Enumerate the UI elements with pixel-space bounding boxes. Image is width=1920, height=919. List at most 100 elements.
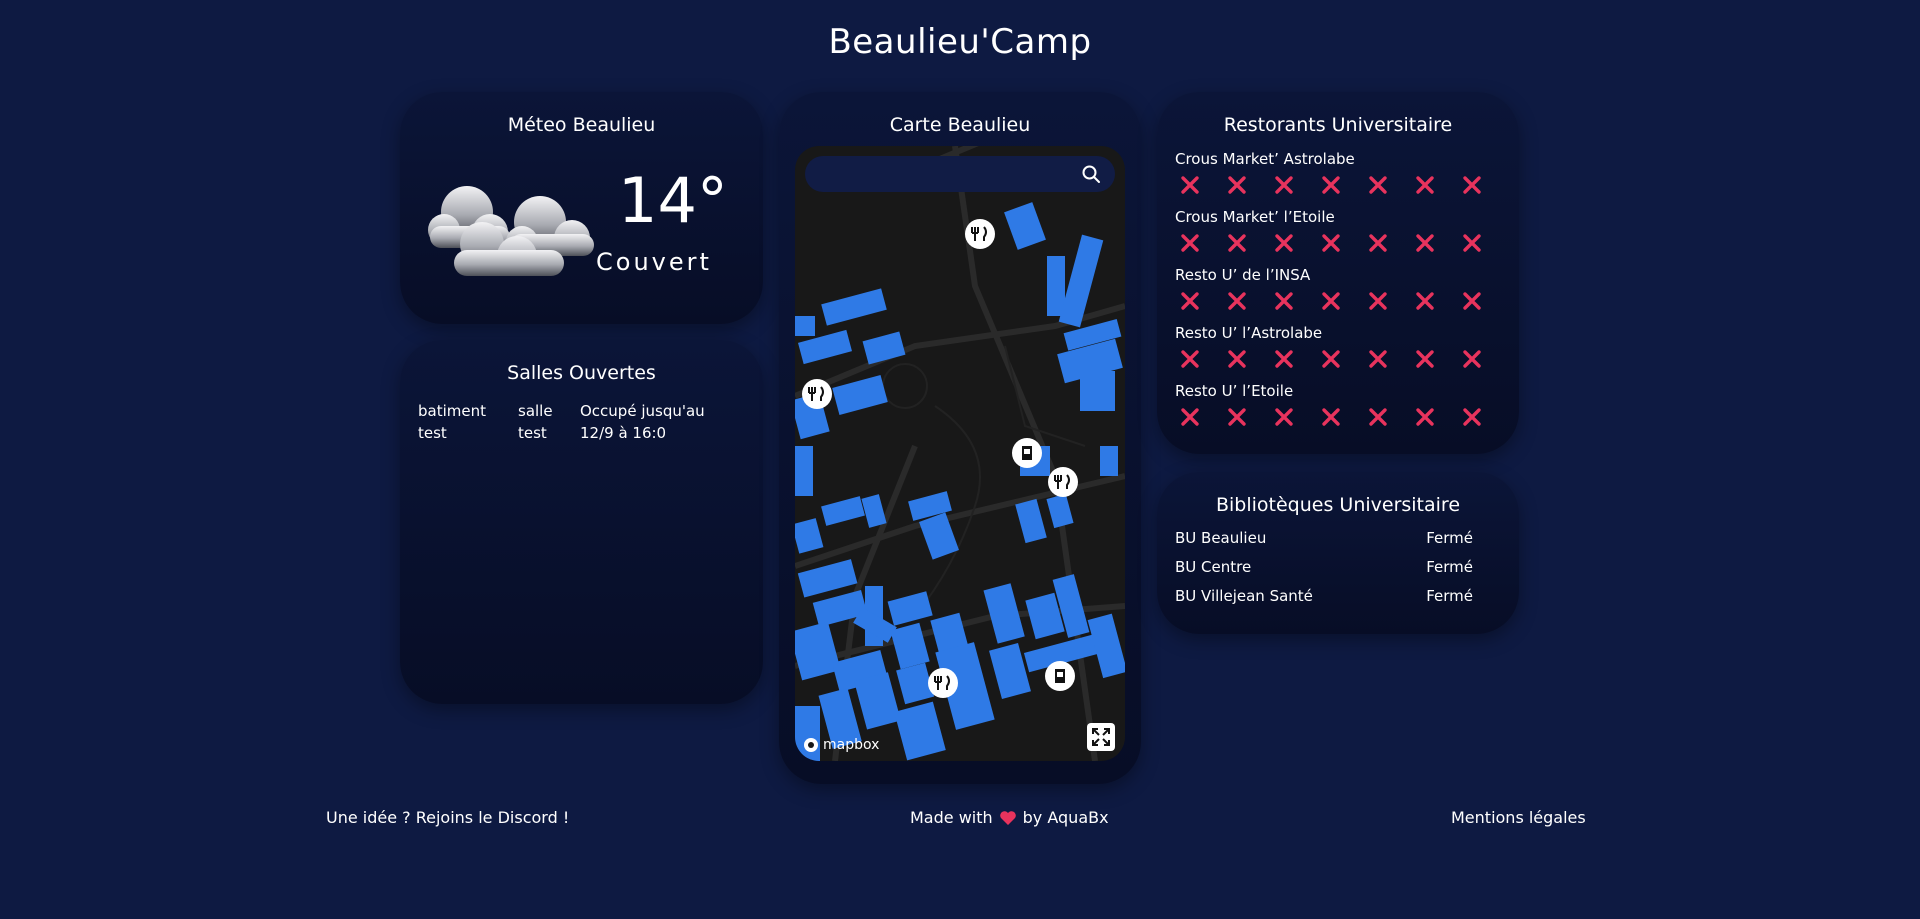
campus-map[interactable]: mapbox [795, 146, 1125, 761]
heart-icon [999, 810, 1016, 825]
map-title: Carte Beaulieu [889, 114, 1031, 136]
x-icon [1463, 292, 1481, 310]
legal-link[interactable]: Mentions légales [1451, 808, 1586, 827]
site-title: Beaulieu'Camp [828, 22, 1092, 62]
x-icon [1275, 176, 1293, 194]
header-room: salle [518, 402, 553, 420]
x-icon [1228, 408, 1246, 426]
libraries-title: Bibliotèques Universitaire [1215, 494, 1461, 516]
x-icon [1416, 234, 1434, 252]
x-icon [1322, 292, 1340, 310]
x-icon [1369, 408, 1387, 426]
restaurant-name: Resto U’ l’Astrolabe [1175, 324, 1323, 342]
map-search-bar[interactable] [805, 156, 1115, 192]
restaurants-card: Restorants Universitaire Crous Market’ A… [1157, 92, 1519, 454]
x-icon [1416, 350, 1434, 368]
library-name: BU Centre [1175, 558, 1252, 576]
x-icon [1463, 176, 1481, 194]
fullscreen-icon [1092, 728, 1110, 746]
x-icon [1275, 408, 1293, 426]
header-occupied-until: Occupé jusqu'au [580, 402, 705, 420]
list-item: Crous Market’ l’Etoile [1175, 208, 1505, 266]
list-item: Resto U’ l’Astrolabe [1175, 324, 1505, 382]
x-icon [1275, 234, 1293, 252]
open-rooms-card: Salles Ouvertes batiment salle Occupé ju… [400, 340, 763, 704]
author-label: by AquaBx [1022, 808, 1109, 827]
library-status: Fermé [1426, 529, 1473, 547]
temperature: 14° [618, 164, 728, 237]
list-item: BU Centre Fermé [1175, 558, 1505, 587]
library-marker-icon [1045, 661, 1075, 691]
libraries-list: BU Beaulieu Fermé BU Centre Fermé BU Vil… [1175, 529, 1505, 616]
table-row: test test 12/9 à 16:0 [418, 422, 705, 444]
mapbox-logo-icon [804, 738, 818, 752]
library-name: BU Beaulieu [1175, 529, 1267, 547]
list-item: BU Beaulieu Fermé [1175, 529, 1505, 558]
mapbox-label: mapbox [823, 737, 880, 753]
x-icon [1322, 234, 1340, 252]
table-header-row: batiment salle Occupé jusqu'au [418, 400, 705, 422]
restaurant-name: Resto U’ l’Etoile [1175, 382, 1294, 400]
restaurant-name: Crous Market’ Astrolabe [1175, 150, 1355, 168]
list-item: Crous Market’ Astrolabe [1175, 150, 1505, 208]
cell-room: test [518, 424, 547, 442]
weather-condition: Couvert [596, 248, 712, 276]
search-icon[interactable] [1081, 164, 1101, 188]
library-status: Fermé [1426, 558, 1473, 576]
mapbox-attribution[interactable]: mapbox [803, 737, 879, 753]
x-icon [1463, 234, 1481, 252]
cell-building: test [418, 424, 447, 442]
restaurant-days [1175, 404, 1505, 430]
x-icon [1275, 292, 1293, 310]
map-card: Carte Beaulieu mapbox [779, 92, 1141, 784]
open-rooms-table: batiment salle Occupé jusqu'au test test… [418, 400, 705, 444]
x-icon [1228, 350, 1246, 368]
header-building: batiment [418, 402, 486, 420]
x-icon [1463, 350, 1481, 368]
fullscreen-button[interactable] [1087, 723, 1115, 751]
x-icon [1416, 292, 1434, 310]
x-icon [1228, 176, 1246, 194]
open-rooms-title: Salles Ouvertes [507, 362, 656, 384]
x-icon [1416, 408, 1434, 426]
libraries-card: Bibliotèques Universitaire BU Beaulieu F… [1157, 472, 1519, 634]
list-item: Resto U’ de l’INSA [1175, 266, 1505, 324]
x-icon [1322, 176, 1340, 194]
library-status: Fermé [1426, 587, 1473, 605]
library-name: BU Villejean Santé [1175, 587, 1313, 605]
restaurant-marker-icon [1048, 467, 1078, 497]
x-icon [1369, 234, 1387, 252]
discord-link[interactable]: Une idée ? Rejoins le Discord ! [326, 808, 569, 827]
x-icon [1369, 292, 1387, 310]
x-icon [1228, 292, 1246, 310]
restaurant-days [1175, 288, 1505, 314]
x-icon [1228, 234, 1246, 252]
made-with-credit: Made with by AquaBx [910, 808, 1109, 827]
x-icon [1275, 350, 1293, 368]
x-icon [1369, 350, 1387, 368]
weather-title: Méteo Beaulieu [507, 114, 656, 136]
restaurant-days [1175, 230, 1505, 256]
library-marker-icon [1012, 438, 1042, 468]
restaurants-title: Restorants Universitaire [1223, 114, 1453, 136]
restaurant-marker-icon [928, 668, 958, 698]
list-item: Resto U’ l’Etoile [1175, 382, 1505, 440]
cell-occupied-until: 12/9 à 16:0 [580, 424, 667, 442]
cloud-icon [422, 172, 602, 282]
restaurant-marker-icon [802, 379, 832, 409]
restaurant-days [1175, 346, 1505, 372]
x-icon [1416, 176, 1434, 194]
made-with-label: Made with [910, 808, 993, 827]
list-item: BU Villejean Santé Fermé [1175, 587, 1505, 616]
restaurant-marker-icon [965, 219, 995, 249]
restaurant-name: Crous Market’ l’Etoile [1175, 208, 1335, 226]
restaurant-days [1175, 172, 1505, 198]
x-icon [1181, 350, 1199, 368]
x-icon [1181, 176, 1199, 194]
x-icon [1369, 176, 1387, 194]
x-icon [1463, 408, 1481, 426]
x-icon [1322, 350, 1340, 368]
x-icon [1181, 292, 1199, 310]
map-canvas[interactable] [795, 146, 1125, 761]
x-icon [1181, 408, 1199, 426]
